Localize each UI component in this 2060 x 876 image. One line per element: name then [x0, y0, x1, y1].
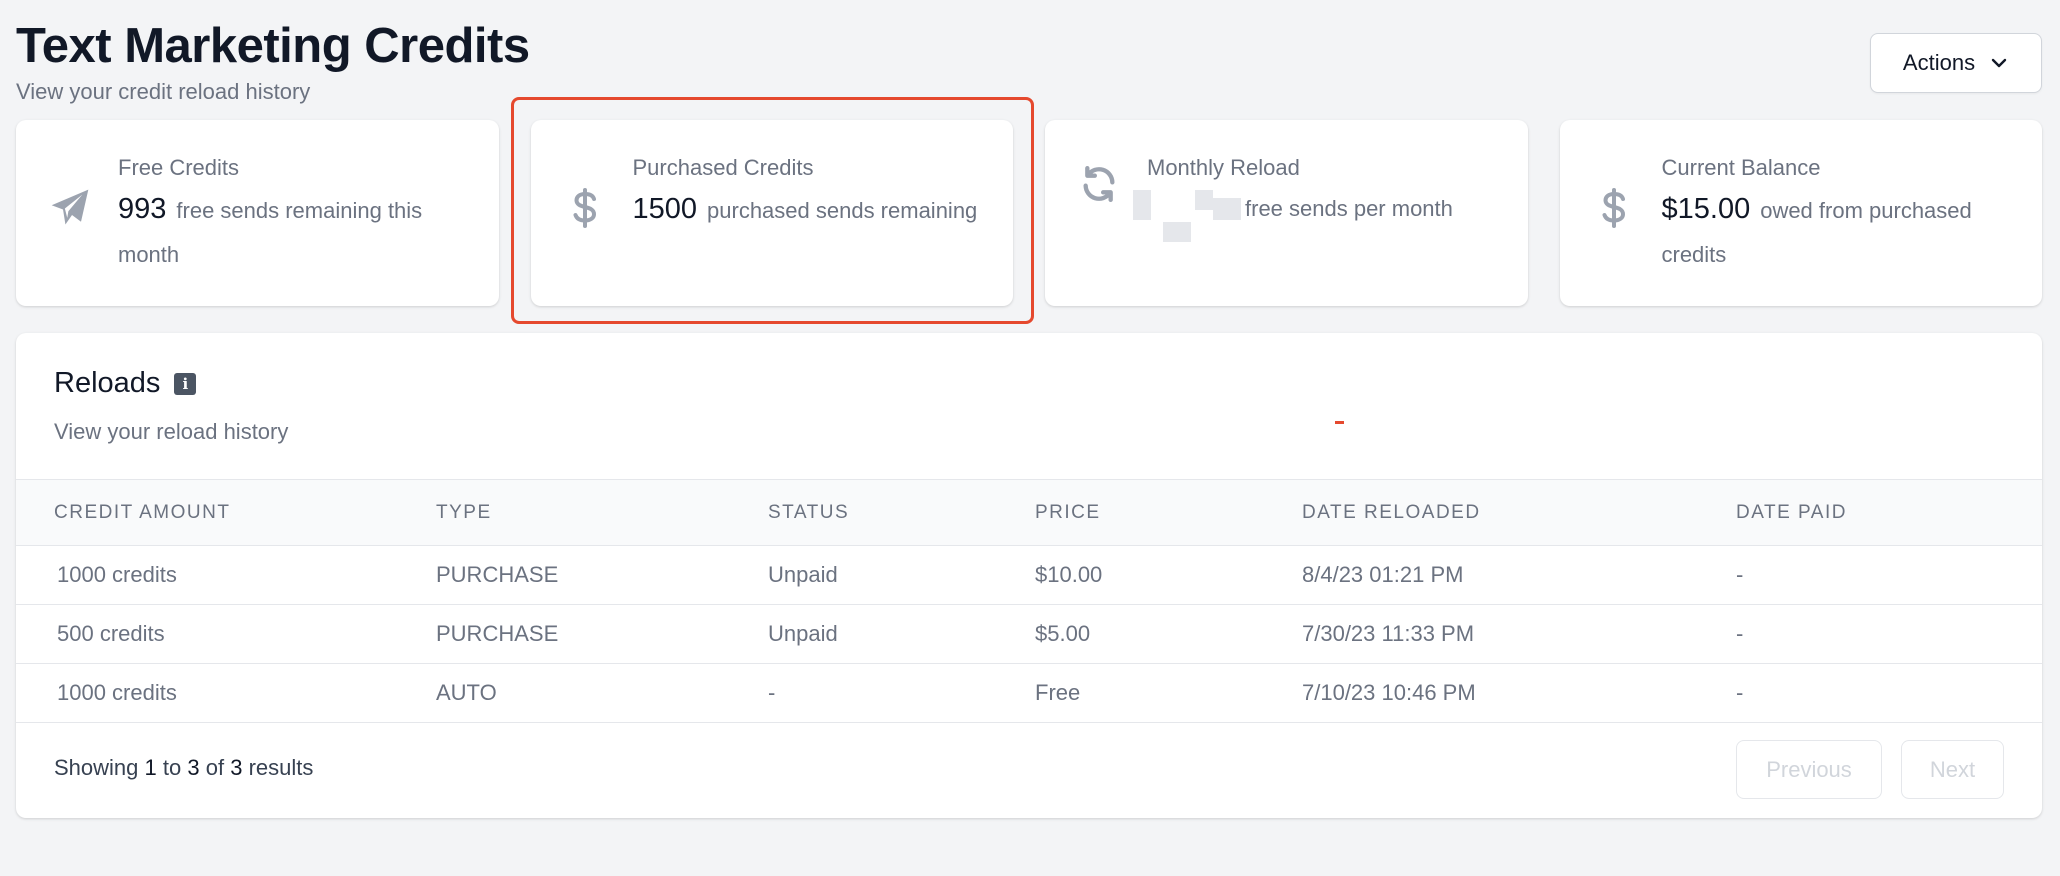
- cell-status: Unpaid: [768, 621, 838, 646]
- reloads-subtitle: View your reload history: [54, 419, 289, 444]
- cell-type: PURCHASE: [436, 562, 559, 587]
- stat-cards: Free Credits 993 free sends remaining thi…: [16, 120, 2042, 306]
- card-value: $15.00: [1661, 192, 1751, 225]
- text-marketing-credits-page: Text Marketing Credits View your credit …: [0, 0, 2060, 876]
- pagination-footer: Showing 1 to 3 of 3 results Previous Nex…: [16, 721, 2042, 818]
- purchased-credits-card: Purchased Credits 1500 purchased sends re…: [530, 120, 1013, 306]
- page-title: Text Marketing Credits: [16, 19, 530, 73]
- actions-label: Actions: [1902, 50, 1976, 75]
- card-value: 993: [118, 192, 167, 225]
- reloads-panel: Reloads i View your reload history CREDI…: [16, 333, 2042, 818]
- info-icon[interactable]: i: [174, 372, 197, 395]
- cell-credit-amount: 1000 credits: [57, 680, 177, 705]
- free-credits-card: Free Credits 993 free sends remaining thi…: [16, 120, 499, 306]
- card-label: Free Credits: [118, 155, 240, 180]
- cell-date-paid: -: [1736, 680, 1744, 705]
- table-row: 1000 credits PURCHASE Unpaid $10.00 8/4/…: [16, 546, 2042, 605]
- results-summary: Showing 1 to 3 of 3 results: [54, 755, 314, 780]
- chevron-down-icon: [1991, 58, 2007, 68]
- cell-status: Unpaid: [768, 562, 838, 587]
- column-header-type: TYPE: [436, 479, 768, 546]
- page-subtitle: View your credit reload history: [16, 79, 311, 104]
- card-description: purchased sends remaining: [707, 197, 978, 223]
- reloads-table: CREDIT AMOUNT TYPE STATUS PRICE DATE REL…: [16, 479, 2042, 723]
- dollar-icon: [1588, 182, 1640, 234]
- cell-date-reloaded: 7/10/23 10:46 PM: [1302, 680, 1476, 705]
- column-header-date-reloaded: DATE RELOADED: [1302, 479, 1736, 546]
- cell-price: $10.00: [1035, 562, 1103, 587]
- cell-status: -: [768, 680, 776, 705]
- cell-type: AUTO: [436, 680, 497, 705]
- table-header-row: CREDIT AMOUNT TYPE STATUS PRICE DATE REL…: [16, 479, 2042, 546]
- monthly-reload-card: Monthly Reload free sends per month: [1045, 120, 1528, 306]
- cell-price: $5.00: [1035, 621, 1091, 646]
- column-header-price: PRICE: [1035, 479, 1302, 546]
- cell-date-reloaded: 8/4/23 01:21 PM: [1302, 562, 1464, 587]
- refresh-icon: [1073, 158, 1125, 210]
- cell-date-paid: -: [1736, 562, 1744, 587]
- cell-price: Free: [1035, 680, 1081, 705]
- next-page-button[interactable]: Next: [1901, 740, 2004, 799]
- card-description: free sends per month: [1245, 195, 1453, 221]
- previous-page-button[interactable]: Previous: [1736, 740, 1882, 799]
- dollar-icon: [559, 182, 611, 234]
- card-label: Monthly Reload: [1147, 155, 1300, 180]
- reloads-title-text: Reloads: [54, 367, 161, 399]
- actions-dropdown-button[interactable]: Actions: [1870, 33, 2042, 93]
- table-row: 1000 credits AUTO - Free 7/10/23 10:46 P…: [16, 664, 2042, 723]
- column-header-credit-amount: CREDIT AMOUNT: [16, 479, 436, 546]
- reloads-title: Reloads i: [54, 367, 197, 400]
- cell-credit-amount: 1000 credits: [57, 562, 177, 587]
- table-row: 500 credits PURCHASE Unpaid $5.00 7/30/2…: [16, 605, 2042, 664]
- cell-date-paid: -: [1736, 621, 1744, 646]
- red-dash-mark: [1335, 421, 1344, 424]
- cell-type: PURCHASE: [436, 621, 559, 646]
- card-value: 1500: [632, 192, 698, 225]
- cell-date-reloaded: 7/30/23 11:33 PM: [1302, 621, 1475, 646]
- card-label: Purchased Credits: [632, 155, 814, 180]
- column-header-status: STATUS: [768, 479, 1035, 546]
- redacted-value: [1133, 188, 1241, 242]
- cell-credit-amount: 500 credits: [57, 621, 165, 646]
- current-balance-card: Current Balance $15.00 owed from purchase…: [1559, 120, 2042, 306]
- card-label: Current Balance: [1661, 155, 1821, 180]
- paper-plane-icon: [44, 182, 96, 234]
- column-header-date-paid: DATE PAID: [1736, 479, 2042, 546]
